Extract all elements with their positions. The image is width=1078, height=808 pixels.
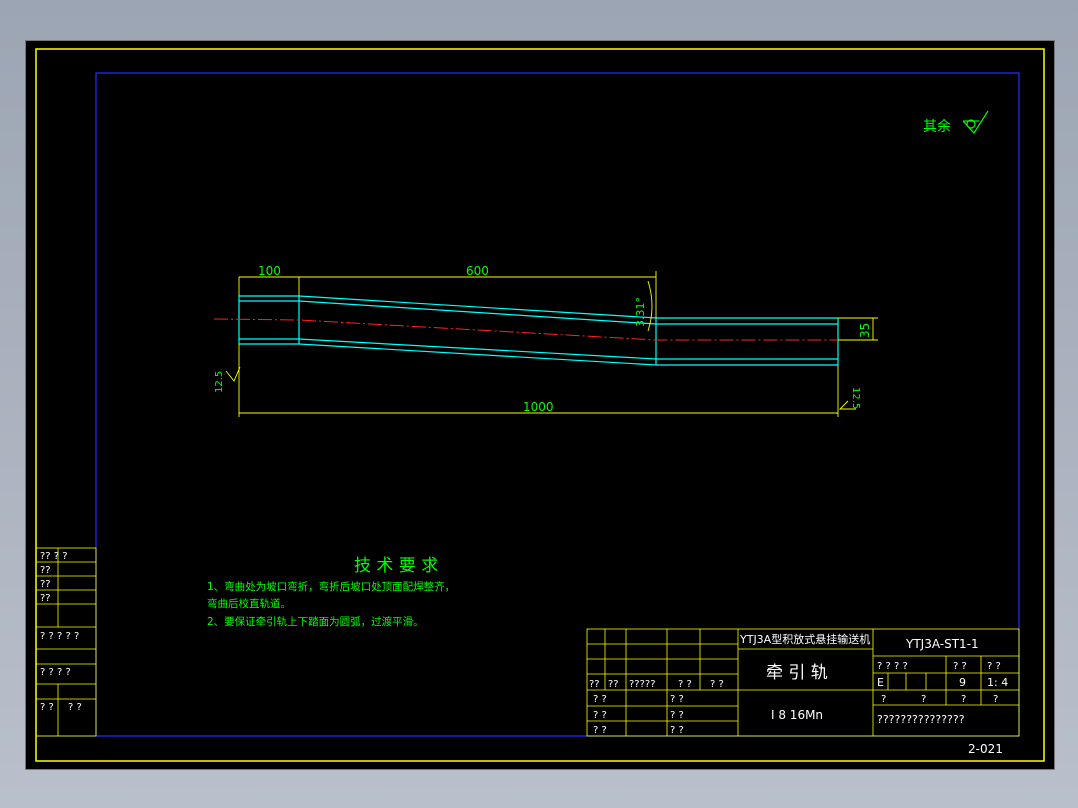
side-text-8: ? ?	[68, 702, 82, 713]
dim-angle: 3.31°	[634, 297, 647, 327]
requirement-line-3: 2、要保证牵引轨上下踏面为圆弧，过渡平滑。	[207, 615, 424, 628]
drawing-number: YTJ3A-ST1-1	[905, 637, 979, 651]
company-name: YTJ3A型积放式悬挂输送机	[739, 632, 870, 646]
dim-600: 600	[466, 264, 489, 278]
tb-sign-5: ? ?	[593, 725, 607, 736]
dim-1000: 1000	[523, 400, 554, 414]
requirement-line-1: 1、弯曲处为坡口弯折，弯折后坡口处顶面配焊整齐，	[207, 580, 455, 593]
tb-rev-1: ??	[589, 679, 600, 690]
part-name: 牵 引 轨	[766, 663, 828, 683]
tb-rev-4: ? ?	[678, 679, 692, 690]
tb-scale: 1: 4	[987, 676, 1008, 689]
tb-rev-2: ??	[608, 679, 619, 690]
tb-r4a: ?	[881, 694, 886, 705]
tb-header-3: ? ?	[987, 661, 1001, 672]
tb-r4c: ?	[961, 694, 966, 705]
tb-r4b: ?	[921, 694, 926, 705]
tb-sign-2: ? ?	[670, 694, 684, 705]
inner-frame	[95, 72, 1020, 737]
dimension-lines	[238, 271, 878, 417]
side-text-6: ? ? ? ?	[40, 667, 71, 678]
tb-header-2: ? ?	[953, 661, 967, 672]
tb-sign-4: ? ?	[670, 710, 684, 721]
side-text-3: ??	[40, 579, 51, 590]
tb-owner: ???????????????	[877, 713, 965, 726]
tb-header-1: ? ? ? ?	[877, 661, 908, 672]
drawing-canvas: 其余 100 600 3.31° 35 1000 12.5 12.5 技 术 要…	[35, 48, 1045, 762]
side-text-1: ?? ? ?	[40, 551, 68, 562]
requirement-line-2: 弯曲后校直轨道。	[207, 597, 291, 610]
part-outline	[238, 295, 839, 366]
tb-stage: E	[877, 676, 884, 689]
sheet-number: 2-021	[968, 742, 1003, 756]
tb-sign-6: ? ?	[670, 725, 684, 736]
tb-weight: 9	[959, 676, 966, 689]
tb-sign-1: ? ?	[593, 694, 607, 705]
roughness-symbol-icon	[962, 110, 989, 134]
side-text-7: ? ?	[40, 702, 54, 713]
tb-sign-3: ? ?	[593, 710, 607, 721]
side-text-2: ??	[40, 565, 51, 576]
center-line	[213, 318, 854, 341]
tb-rev-5: ? ?	[710, 679, 724, 690]
roughness-label: 其余	[923, 118, 951, 135]
requirements-heading: 技 术 要 求	[354, 556, 438, 576]
side-text-4: ??	[40, 593, 51, 604]
material: I 8 16Mn	[771, 708, 823, 722]
rough-left: 12.5	[214, 371, 225, 393]
tb-rev-3: ?????	[629, 679, 656, 690]
rough-right: 12.5	[850, 387, 861, 409]
dim-35: 35	[858, 323, 872, 338]
drawing-sheet: 其余 100 600 3.31° 35 1000 12.5 12.5 技 术 要…	[25, 40, 1055, 770]
dim-100: 100	[258, 264, 281, 278]
tb-r4d: ?	[993, 694, 998, 705]
roughness-mark-left-icon	[225, 366, 241, 382]
side-text-5: ? ? ? ? ?	[40, 631, 79, 642]
